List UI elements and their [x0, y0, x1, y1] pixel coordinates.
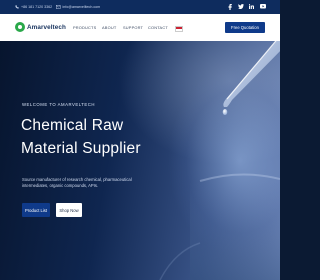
social-links: [226, 3, 266, 10]
hero-background-image: [159, 41, 280, 280]
email-address: info@amarvelltech.com: [62, 5, 101, 9]
main-navigation: Amarveltech PRODUCTS ABOUT SUPPORT CONTA…: [0, 14, 280, 41]
welcome-text: WELCOME TO AMARVELTECH: [22, 102, 95, 107]
hero-title-line-2: Material Supplier: [21, 140, 141, 157]
free-quotation-button[interactable]: Free Quotation: [225, 22, 265, 33]
nav-item-contact[interactable]: CONTACT: [148, 25, 168, 30]
phone-number: +86 181 7120 3362: [21, 5, 53, 9]
logo-text: Amarveltech: [27, 23, 66, 31]
twitter-icon[interactable]: [237, 3, 244, 10]
shop-now-button[interactable]: Shop Now: [56, 203, 82, 217]
youtube-icon[interactable]: [259, 3, 266, 10]
language-flag-icon[interactable]: [175, 26, 183, 32]
nav-item-products[interactable]: PRODUCTS: [73, 25, 96, 30]
site-logo[interactable]: Amarveltech: [15, 22, 66, 32]
email-contact[interactable]: info@amarvelltech.com: [56, 5, 100, 9]
facebook-icon[interactable]: [226, 3, 233, 10]
hero-subtitle: Source manufacturer of research chemical…: [22, 177, 132, 189]
phone-icon: [15, 5, 19, 9]
top-info-bar: +86 181 7120 3362 info@amarvelltech.com: [0, 0, 280, 14]
hero-title: Chemical Raw Material Supplier: [21, 114, 171, 160]
phone-contact[interactable]: +86 181 7120 3362: [15, 5, 52, 9]
mail-icon: [56, 5, 61, 9]
hero-section: WELCOME TO AMARVELTECH Chemical Raw Mate…: [0, 41, 280, 280]
nav-item-support[interactable]: SUPPORT: [123, 25, 143, 30]
linkedin-icon[interactable]: [248, 3, 255, 10]
hero-title-line-1: Chemical Raw: [21, 117, 124, 134]
product-list-button[interactable]: Product List: [22, 203, 50, 217]
nav-item-about[interactable]: ABOUT: [102, 25, 116, 30]
logo-icon: [15, 22, 25, 32]
